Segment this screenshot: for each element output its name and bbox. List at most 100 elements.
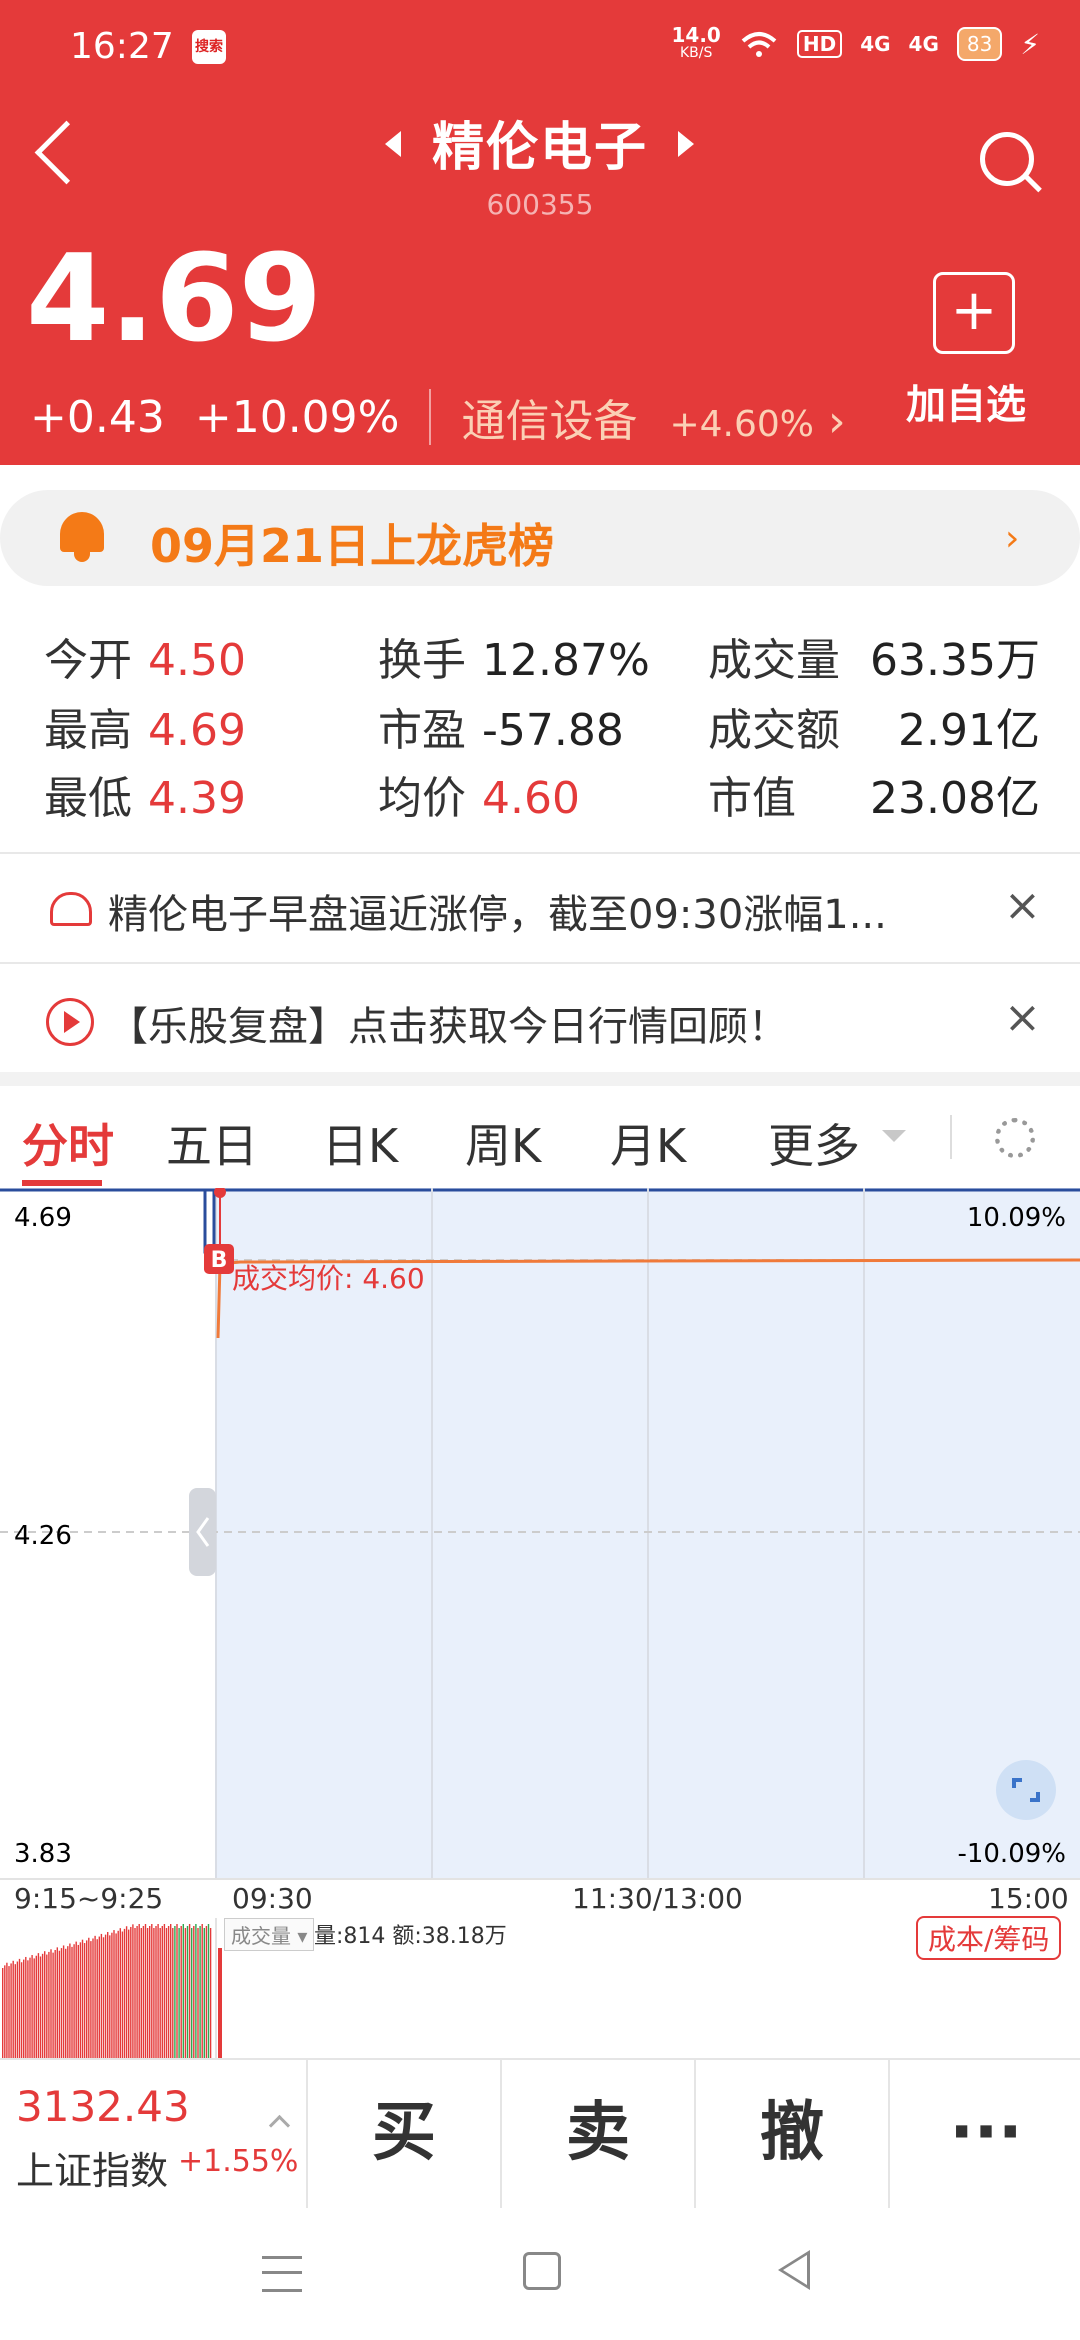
volume-bar xyxy=(161,1926,163,2058)
volume-bar xyxy=(207,1924,210,2058)
app-badge-icon: 搜索 xyxy=(192,30,226,64)
volume-bar xyxy=(60,1948,63,2058)
menu-icon[interactable] xyxy=(262,2256,302,2292)
add-watchlist-button[interactable]: + xyxy=(933,272,1015,354)
volume-bar xyxy=(203,1928,205,2058)
volume-bar xyxy=(83,1943,86,2058)
intraday-chart[interactable]: B 成交均价: 4.60 4.69 4.26 3.83 10.09% -10.0… xyxy=(0,1188,1080,1878)
stock-name: 精伦电子 xyxy=(431,118,648,178)
volume-bar xyxy=(48,1951,50,2058)
volume-bar xyxy=(104,1934,107,2058)
home-icon[interactable] xyxy=(523,2252,561,2290)
volume-bar xyxy=(180,1926,182,2058)
volume-bar xyxy=(6,1962,8,2058)
stat-label: 最低 xyxy=(44,773,132,824)
y-top-label: 4.69 xyxy=(14,1203,72,1233)
tab-monthly-k[interactable]: 月K xyxy=(610,1110,686,1176)
volume-bar xyxy=(142,1926,145,2058)
close-icon[interactable]: × xyxy=(1004,880,1041,931)
chevron-right-icon[interactable]: › xyxy=(1005,518,1019,559)
volume-bar xyxy=(170,1924,172,2058)
stat-label: 市盈 xyxy=(378,705,466,756)
volume-bar xyxy=(195,1924,197,2058)
price-change: +0.43 xyxy=(30,391,165,443)
volume-bar xyxy=(117,1930,119,2058)
tab-more[interactable]: 更多 xyxy=(768,1110,860,1176)
stat-label: 最高 xyxy=(44,705,132,756)
industry-link[interactable]: 通信设备 +4.60% › xyxy=(461,385,845,449)
tab-five-day[interactable]: 五日 xyxy=(166,1110,258,1176)
pct-top-label: 10.09% xyxy=(967,1203,1066,1233)
stat-amount: 成交额 2.91亿 xyxy=(708,694,1040,758)
news-text[interactable]: 【乐股复盘】点击获取今日行情回顾！ xyxy=(108,994,788,1052)
stat-label: 市值 xyxy=(708,773,796,824)
volume-bar xyxy=(69,1943,71,2058)
buy-marker: B xyxy=(211,1248,228,1273)
index-name[interactable]: 上证指数 xyxy=(16,2140,168,2195)
volume-label: 成交量 xyxy=(231,1924,291,1948)
close-icon[interactable]: × xyxy=(1004,992,1041,1043)
volume-indicator-select[interactable]: 成交量 ▾ xyxy=(224,1918,315,1951)
search-icon[interactable] xyxy=(980,132,1034,186)
add-watchlist-label[interactable]: 加自选 xyxy=(906,372,1026,430)
volume-bar xyxy=(77,1944,79,2058)
more-button[interactable]: ··· xyxy=(888,2058,1080,2208)
fullscreen-button[interactable] xyxy=(996,1760,1056,1820)
tab-daily-k[interactable]: 日K xyxy=(322,1110,398,1176)
tab-intraday[interactable]: 分时 xyxy=(22,1110,114,1176)
current-price: 4.69 xyxy=(26,230,323,369)
volume-bar xyxy=(123,1928,126,2058)
volume-bar xyxy=(174,1926,176,2058)
volume-bar xyxy=(96,1939,98,2058)
volume-bar xyxy=(119,1928,121,2058)
volume-bar xyxy=(111,1932,113,2058)
signal-icon-1: 4G xyxy=(860,32,891,56)
industry-pct: +4.60% xyxy=(669,404,815,445)
volume-bar xyxy=(33,1958,35,2058)
index-change: +1.55% xyxy=(178,2144,299,2179)
collapse-handle[interactable] xyxy=(189,1488,216,1576)
gear-icon[interactable] xyxy=(995,1118,1035,1158)
stat-label: 换手 xyxy=(378,635,466,686)
status-icons: 14.0 KB/S HD 4G 4G 83 ⚡ xyxy=(671,23,1040,62)
volume-bar xyxy=(54,1950,56,2058)
volume-bar xyxy=(75,1941,77,2058)
volume-bar xyxy=(125,1926,128,2058)
volume-bar xyxy=(144,1924,147,2058)
speed-value: 14.0 xyxy=(671,23,721,47)
volume-bar xyxy=(128,1929,130,2058)
cancel-order-button[interactable]: 撤 xyxy=(694,2058,888,2208)
volume-bar xyxy=(138,1924,140,2058)
volume-bar xyxy=(182,1924,184,2058)
volume-bar xyxy=(44,1951,46,2058)
news-text[interactable]: 精伦电子早盘逼近涨停，截至09:30涨幅1... xyxy=(108,882,887,940)
play-icon xyxy=(46,998,94,1046)
cost-chips-button[interactable]: 成本/筹码 xyxy=(916,1916,1062,1960)
volume-bar xyxy=(107,1932,109,2058)
volume-bar xyxy=(20,1962,23,2058)
volume-bar xyxy=(197,1928,199,2058)
buy-button[interactable]: 买 xyxy=(306,2058,500,2208)
tab-weekly-k[interactable]: 周K xyxy=(465,1110,541,1176)
sell-button[interactable]: 卖 xyxy=(500,2058,694,2208)
battery-icon: 83 xyxy=(956,27,1003,61)
time-label: 11:30/13:00 xyxy=(572,1882,743,1915)
volume-bar xyxy=(134,1928,136,2058)
price-change-row: +0.43 +10.09% 通信设备 +4.60% › xyxy=(30,385,846,449)
volume-bar xyxy=(12,1960,14,2058)
chevron-right-icon: › xyxy=(828,396,846,447)
volume-bar xyxy=(201,1924,203,2058)
chevron-down-icon[interactable] xyxy=(882,1130,906,1142)
alert-text[interactable]: 09月21日上龙虎榜 xyxy=(150,510,554,576)
index-value[interactable]: 3132.43 xyxy=(16,2082,190,2131)
divider xyxy=(950,1115,952,1159)
price-line xyxy=(203,1190,216,1254)
volume-bar xyxy=(4,1965,6,2058)
volume-bar xyxy=(50,1949,52,2058)
back-nav-icon[interactable] xyxy=(778,2250,810,2290)
stat-label: 今开 xyxy=(44,635,132,686)
volume-bar xyxy=(46,1954,48,2058)
volume-bar xyxy=(35,1955,37,2058)
volume-bar xyxy=(73,1944,75,2058)
volume-bar xyxy=(23,1959,25,2058)
